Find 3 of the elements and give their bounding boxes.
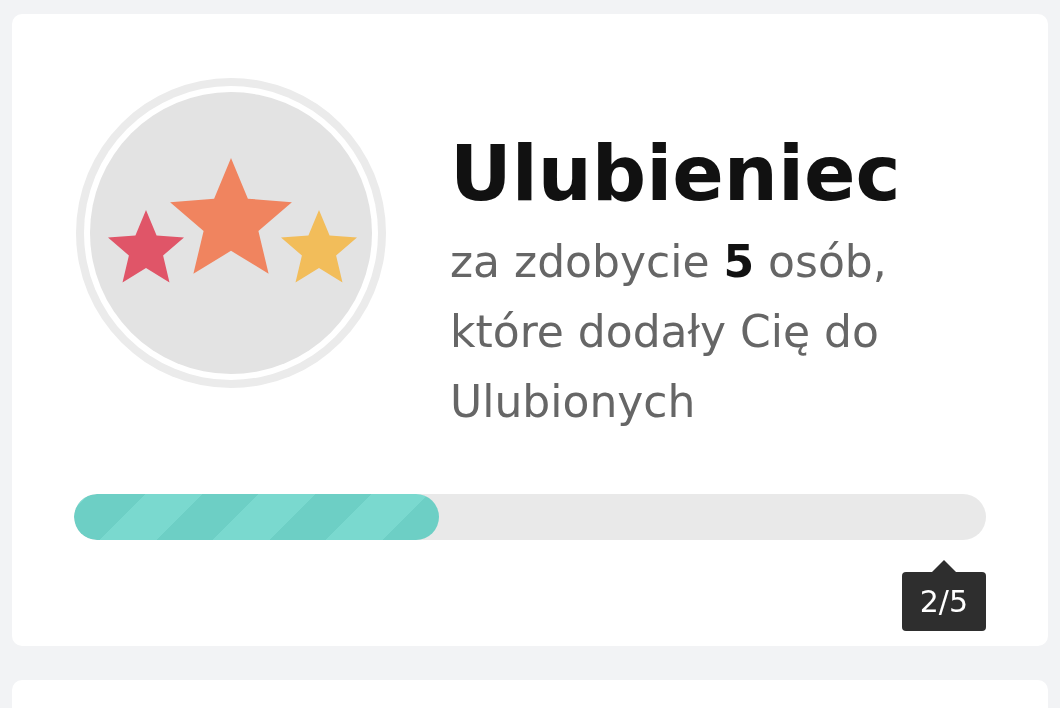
achievement-description: za zdobycie 5 osób, które dodały Cię do Ulubionych xyxy=(450,235,888,430)
achievement-title: Ulubieniec xyxy=(450,128,902,220)
progress-tooltip: 2/5 xyxy=(901,560,986,631)
